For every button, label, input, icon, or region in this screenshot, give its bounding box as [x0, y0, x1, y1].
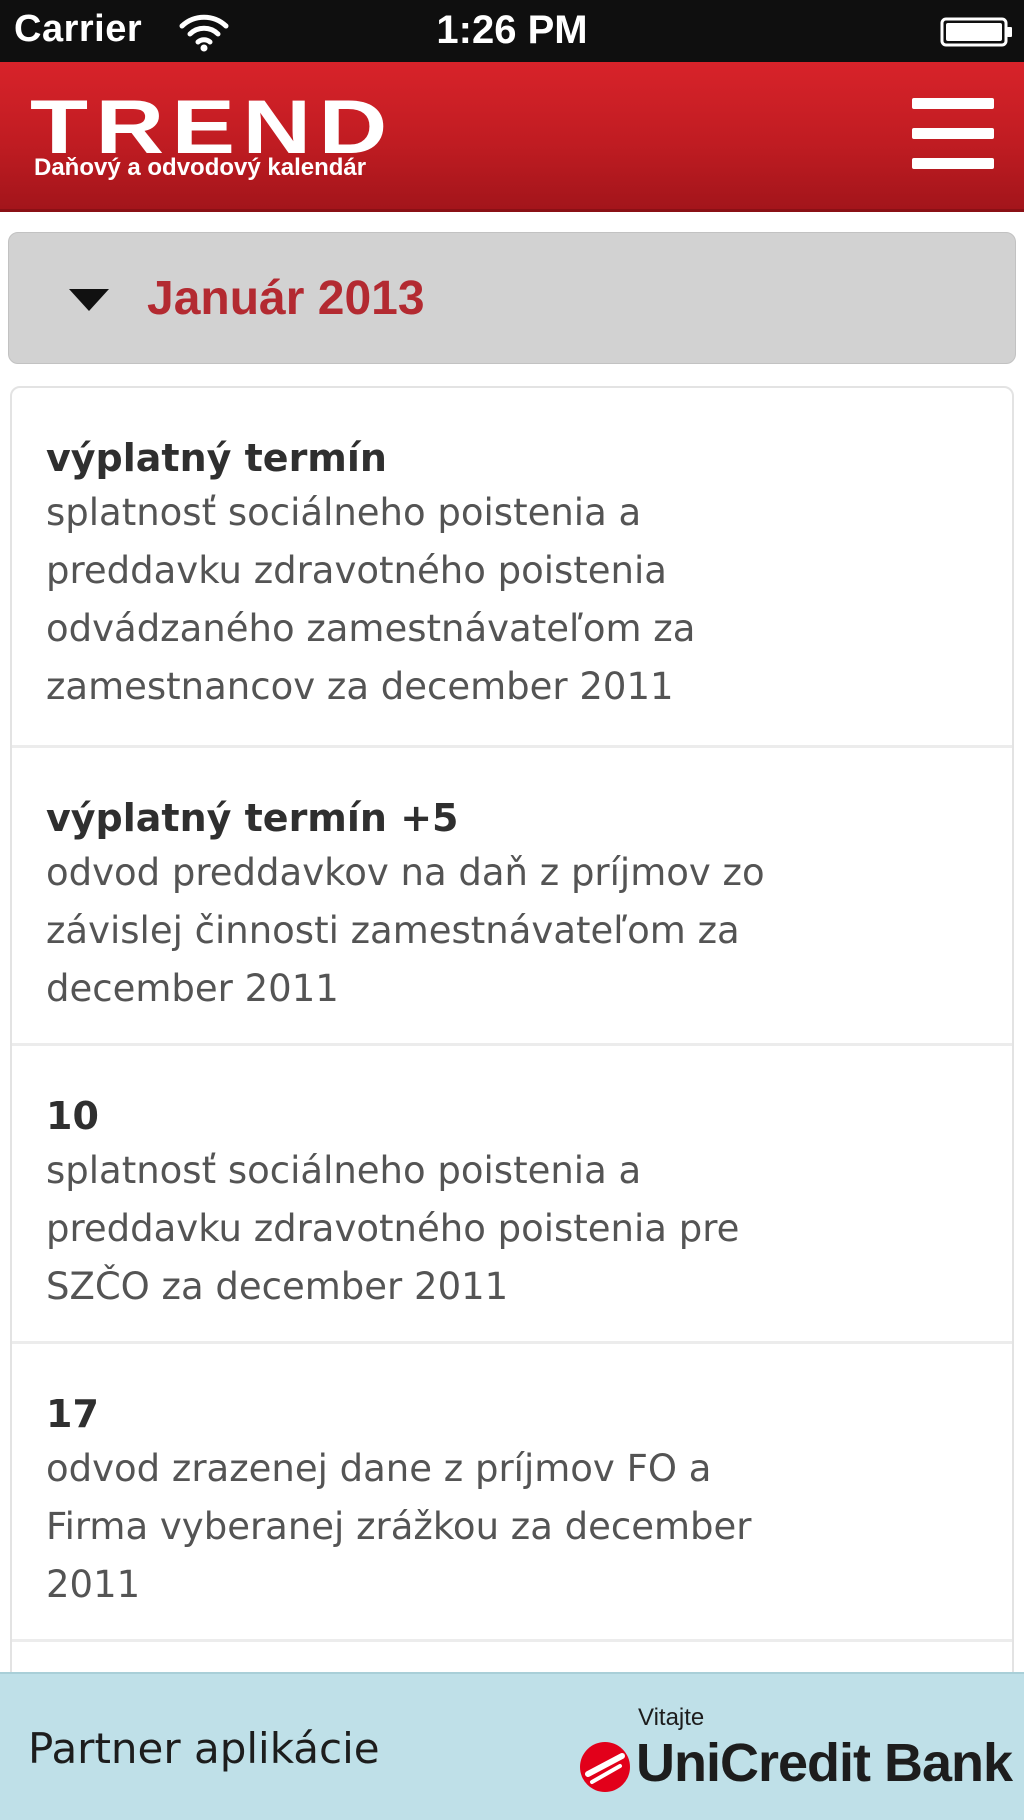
event-line: zamestnancov za december 2011	[46, 665, 674, 708]
status-time: 1:26 PM	[436, 8, 588, 52]
event-line: závislej činnosti zamestnávateľom za	[46, 909, 740, 952]
event-item[interactable]: výplatný termín splatnosť sociálneho poi…	[12, 388, 1012, 748]
event-description: odvod zrazenej dane z príjmov FO a Firma…	[46, 1440, 976, 1614]
event-line: preddavku zdravotného poistenia	[46, 549, 667, 592]
event-item[interactable]: 10 splatnosť sociálneho poistenia a pred…	[12, 1046, 1012, 1344]
status-bar: Carrier 1:26 PM	[0, 0, 1024, 62]
event-date: výplatný termín +5	[46, 796, 459, 840]
partner-footer: Partner aplikácie Vitajte UniCredit Bank	[0, 1672, 1024, 1820]
event-line: splatnosť sociálneho poistenia a	[46, 491, 642, 534]
unicredit-banner[interactable]: Vitajte UniCredit Bank	[578, 1704, 1013, 1804]
event-description: odvod preddavkov na daň z príjmov zo záv…	[46, 844, 976, 1018]
partner-label: Partner aplikácie	[28, 1724, 380, 1773]
event-line: odvod preddavkov na daň z príjmov zo	[46, 851, 765, 894]
event-date: 17	[46, 1392, 99, 1436]
month-title: Január 2013	[147, 272, 425, 325]
event-line: 2011	[46, 1563, 141, 1606]
event-description: splatnosť sociálneho poistenia a preddav…	[46, 1142, 976, 1316]
event-item[interactable]: výplatný termín +5 odvod preddavkov na d…	[12, 748, 1012, 1046]
menu-bar	[912, 98, 994, 109]
event-date: výplatný termín	[46, 436, 387, 480]
event-item[interactable]: 17 odvod zrazenej dane z príjmov FO a Fi…	[12, 1344, 1012, 1642]
event-line: odvod zrazenej dane z príjmov FO a	[46, 1447, 712, 1490]
event-line: splatnosť sociálneho poistenia a	[46, 1149, 642, 1192]
event-line: preddavku zdravotného poistenia pre	[46, 1207, 740, 1250]
logo-welcome-text: Vitajte	[638, 1704, 705, 1731]
event-date: 10	[46, 1094, 99, 1138]
event-line: december 2011	[46, 967, 339, 1010]
event-line: Firma vyberanej zrážkou za december	[46, 1505, 752, 1548]
caret-down-icon	[69, 289, 109, 311]
unicredit-logo-icon	[580, 1742, 630, 1792]
menu-bar	[912, 158, 994, 169]
logo-bank-name: UniCredit Bank	[636, 1733, 1013, 1793]
battery-icon	[940, 17, 1012, 47]
event-line: odvádzaného zamestnávateľom za	[46, 607, 696, 650]
event-description: splatnosť sociálneho poistenia a preddav…	[46, 484, 976, 716]
app-header: TREND Daňový a odvodový kalendár	[0, 62, 1024, 212]
menu-bar	[912, 128, 994, 139]
event-list: výplatný termín splatnosť sociálneho poi…	[10, 386, 1014, 1686]
month-section-header[interactable]: Január 2013	[8, 232, 1016, 364]
hamburger-menu-icon[interactable]	[912, 94, 994, 172]
event-line: SZČO za december 2011	[46, 1265, 509, 1308]
app-subtitle: Daňový a odvodový kalendár	[34, 154, 367, 181]
